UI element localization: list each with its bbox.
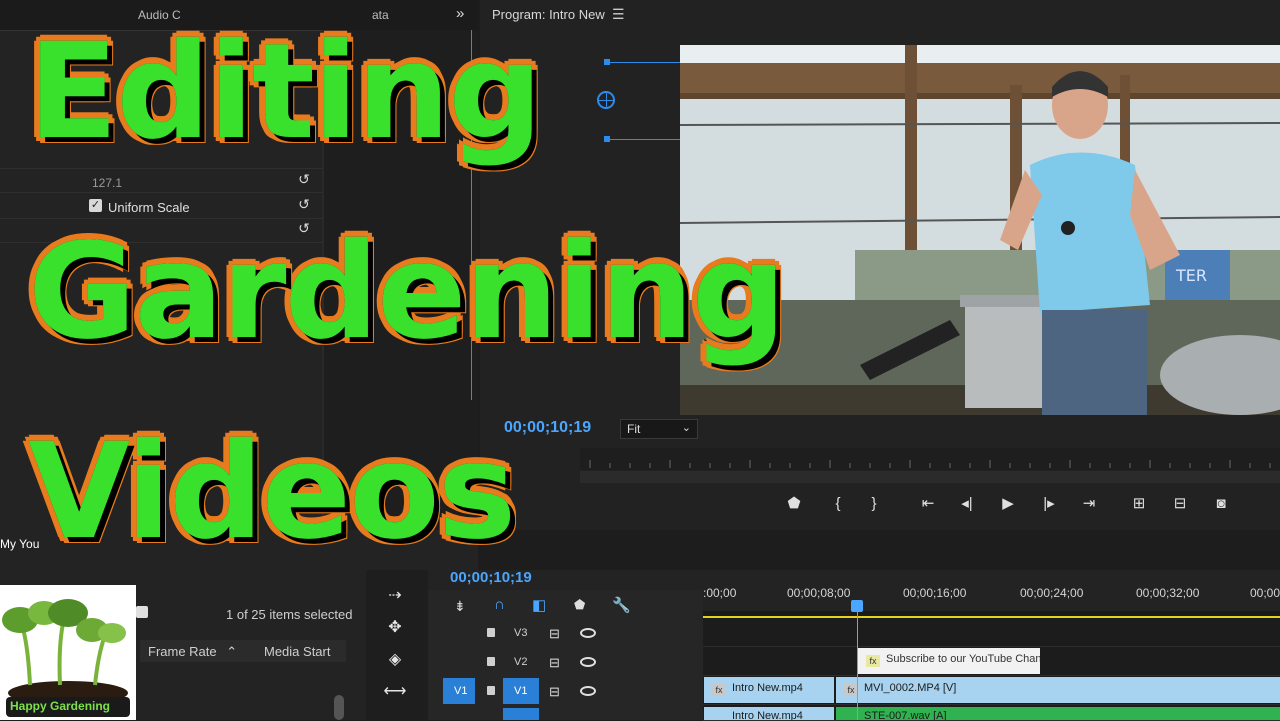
mark-out-icon[interactable]: } [862,490,886,518]
track-label-v1: V1 [514,685,528,697]
go-to-out-icon[interactable]: ⇥ [1077,490,1101,518]
ruler-tick-label: 00;00;16;00 [903,586,967,600]
ruler-tick-label: 00;00;24;00 [1020,586,1084,600]
lock-icon[interactable] [487,657,495,666]
program-time-ruler[interactable] [580,448,1280,470]
clip-label: STE-007.wav [A] [864,710,947,720]
export-frame-icon[interactable]: ◙ [1209,490,1233,518]
track-v3[interactable] [703,618,1280,647]
insert-icon[interactable]: ⊞ [1127,490,1151,518]
uniform-scale-checkbox[interactable]: ✓ [89,199,102,212]
clip-mvi-0002-video[interactable]: fx MVI_0002.MP4 [V] [836,677,1280,703]
track-target-a1[interactable] [503,708,539,720]
logo-text: Happy Gardening [10,699,111,713]
go-to-in-icon[interactable]: ⇤ [916,490,940,518]
fx-badge-icon: fx [712,684,726,696]
project-scrollbar[interactable] [334,695,344,720]
lock-icon[interactable] [487,628,495,637]
panel-menu-icon[interactable]: ☰ [612,6,625,23]
chevron-down-icon: ⌄ [681,422,691,434]
sync-lock-icon[interactable]: ⊟ [549,655,560,671]
track-label-v2[interactable]: V2 [514,656,527,668]
column-header-media-start[interactable]: Media Start [258,640,346,662]
clip-label: Intro New.mp4 [732,682,803,694]
clip-intro-new-audio[interactable]: Intro New.mp4 [704,707,834,720]
program-zoom-scrollbar[interactable] [580,471,1280,483]
step-forward-icon[interactable]: |▸ [1037,490,1061,518]
eye-icon[interactable] [580,686,596,696]
svg-text:TER: TER [1175,266,1207,285]
clip-ste-007-audio[interactable]: STE-007.wav [A] [836,707,1280,720]
column-label: Media Start [264,644,331,659]
row-divider [0,192,322,193]
magnet-icon[interactable]: ∩ [494,596,505,613]
clip-label: Subscribe to our YouTube Chann [886,653,1040,665]
transform-box-edge [605,139,680,140]
clip-title-subscribe[interactable]: fx Subscribe to our YouTube Chann [858,648,1040,674]
ruler-tick-label: :00;00 [703,586,737,600]
snap-icon[interactable]: ⇟ [454,598,466,615]
clip-label: Intro New.mp4 [732,710,803,720]
play-icon[interactable]: ▶ [996,490,1020,518]
program-timecode[interactable]: 00;00;10;19 [504,419,591,437]
scale-value[interactable]: 127.1 [92,176,122,190]
add-marker-icon[interactable]: ⬟ [782,490,806,518]
items-selected-count: 1 of 25 items selected [226,607,353,622]
sort-ascending-icon: ⌃ [226,644,238,659]
sync-lock-icon[interactable]: ⊟ [549,684,560,700]
overwrite-icon[interactable]: ⊟ [1168,490,1192,518]
timeline-timecode[interactable]: 00;00;10;19 [450,569,532,586]
overlay-title-line-2: Gardening [25,215,788,369]
sync-lock-icon[interactable]: ⊟ [549,626,560,642]
column-header-frame-rate[interactable]: Frame Rate ⌃ [140,640,258,662]
transform-handle[interactable] [604,136,610,142]
ruler-tick-label: 00;00 [1250,586,1280,600]
track-label-v3[interactable]: V3 [514,627,527,639]
eye-icon[interactable] [580,657,596,667]
timeline-ruler[interactable] [703,611,1280,618]
reset-icon[interactable]: ↺ [296,172,312,186]
reset-icon[interactable]: ↺ [296,197,312,211]
lock-icon[interactable] [487,686,495,695]
eye-icon[interactable] [580,628,596,638]
playhead-handle[interactable] [851,600,863,612]
clip-intro-new-video[interactable]: fx Intro New.mp4 [704,677,834,703]
happy-gardening-logo: Happy Gardening [0,585,136,720]
fx-badge-icon: fx [866,655,880,667]
new-bin-icon[interactable] [136,606,148,618]
tools-panel: ⇢ ✥ ◈ ⟷ [366,570,428,720]
overlay-title-line-3: Videos [25,415,518,569]
uniform-scale-label: Uniform Scale [108,200,190,215]
overlay-title-line-1: Editing [26,15,546,169]
ripple-edit-tool-icon[interactable]: ✥ [382,616,408,640]
source-patch-label: V1 [454,685,468,697]
step-back-icon[interactable]: ◂| [955,490,979,518]
zoom-level-value: Fit [627,422,641,436]
column-label: Frame Rate [148,644,217,659]
transform-box-edge [605,62,680,63]
track-select-tool-icon[interactable]: ⇢ [382,584,408,608]
slip-tool-icon[interactable]: ⟷ [382,680,408,704]
transform-handle[interactable] [604,59,610,65]
mark-in-icon[interactable]: { [826,490,850,518]
wrench-icon[interactable]: 🔧 [612,596,631,614]
ruler-tick-label: 00;00;32;00 [1136,586,1200,600]
anchor-point-icon[interactable] [597,91,615,109]
fx-badge-icon: fx [844,684,858,696]
add-marker-icon[interactable]: ⬟ [574,597,585,613]
clip-label: MVI_0002.MP4 [V] [864,682,957,694]
razor-tool-icon[interactable]: ◈ [382,648,408,672]
linked-selection-icon[interactable]: ◧ [532,596,546,614]
zoom-level-select[interactable]: Fit ⌄ [620,419,698,439]
timeline-playhead[interactable] [857,600,858,720]
ruler-tick-label: 00;00;08;00 [787,586,851,600]
